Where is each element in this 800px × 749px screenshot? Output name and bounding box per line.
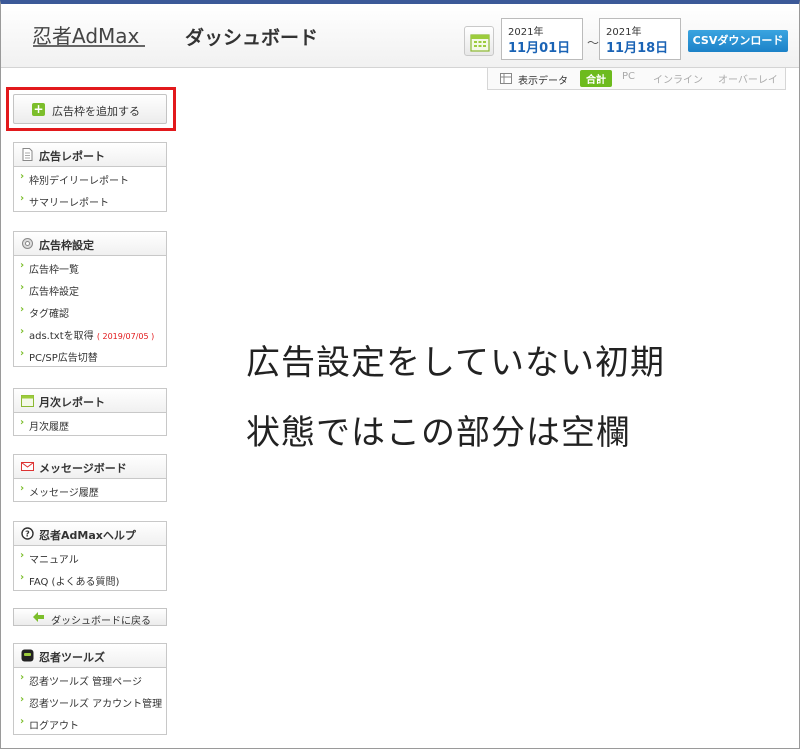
sidebar-item-label: FAQ (よくある質問) (29, 577, 120, 588)
tab-total[interactable]: 合計 (580, 70, 612, 87)
logo-underline (33, 45, 145, 47)
sidebar-item-label: 広告枠設定 (29, 287, 79, 298)
chevron-right-icon: › (20, 282, 25, 293)
document-icon (22, 148, 33, 161)
tab-inline[interactable]: インライン (653, 71, 703, 86)
sidebar-item-monthly-history[interactable]: › 月次履歴 (14, 413, 166, 435)
ads-txt-date: ( 2019/07/05 ) (96, 332, 155, 341)
chevron-right-icon: › (20, 304, 25, 315)
sidebar-item-label: PC/SP広告切替 (29, 353, 98, 364)
sidebar-item-label: サマリーレポート (29, 198, 109, 209)
ninja-tools-section: 忍者ツールズ › 忍者ツールズ 管理ページ › 忍者ツールズ アカウント管理 › ログ… (13, 643, 167, 735)
date-range-separator: ～ (587, 36, 600, 50)
chevron-right-icon: › (20, 260, 25, 271)
sidebar-item-manual[interactable]: › マニュアル (14, 546, 166, 568)
chevron-right-icon: › (20, 716, 25, 727)
start-date-field[interactable]: 2021年 11月01日 (501, 18, 583, 60)
help-section: ? 忍者AdMaxヘルプ › マニュアル › FAQ (よくある質問) (13, 521, 167, 591)
chevron-right-icon: › (20, 672, 25, 683)
ninja-tools-title: 忍者ツールズ (39, 651, 105, 664)
display-data-label: 表示データ (518, 76, 568, 87)
mail-icon (21, 462, 34, 471)
back-to-dashboard-button[interactable]: ダッシュボードに戻る (13, 608, 167, 627)
calendar-button[interactable] (464, 26, 494, 56)
chevron-right-icon: › (20, 326, 25, 337)
highlight-box (6, 87, 176, 131)
tab-pc[interactable]: PC (622, 71, 635, 82)
sidebar-item-label: ads.txtを取得 ( 2019/07/05 ) (29, 327, 154, 342)
annotation-line-1: 広告設定をしていない初期 (246, 343, 665, 383)
sidebar-item-label: メッセージ履歴 (29, 488, 99, 499)
ad-report-title: 広告レポート (39, 150, 105, 163)
chevron-right-icon: › (20, 694, 25, 705)
calendar-icon (470, 34, 490, 52)
chevron-right-icon: › (20, 417, 25, 428)
message-board-title: メッセージボード (39, 462, 127, 475)
monthly-report-header: 月次レポート (14, 389, 166, 413)
header: 忍者AdMax ダッシュボード 2021年 11月01日 ～ 2021年 11月… (1, 4, 799, 68)
sidebar-item-label: 広告枠一覧 (29, 265, 79, 276)
sidebar-item-label: 忍者ツールズ 管理ページ (29, 677, 142, 688)
sidebar-item-label: 枠別デイリーレポート (29, 176, 129, 187)
gear-icon (22, 238, 33, 249)
end-date-field[interactable]: 2021年 11月18日 (599, 18, 681, 60)
sidebar-item-label: マニュアル (29, 555, 79, 566)
ad-report-header: 広告レポート (14, 143, 166, 167)
ninja-tools-header: 忍者ツールズ (14, 644, 166, 668)
annotation-line-2: 状態ではこの部分は空欄 (246, 413, 631, 453)
sidebar-item-tag-check[interactable]: › タグ確認 (14, 300, 166, 322)
sidebar-item-ad-slot-list[interactable]: › 広告枠一覧 (14, 256, 166, 278)
sidebar-item-pc-sp-switch[interactable]: › PC/SP広告切替 (14, 344, 166, 366)
sidebar-item-tools-admin[interactable]: › 忍者ツールズ 管理ページ (14, 668, 166, 690)
question-icon: ? (21, 527, 34, 540)
ads-txt-label: ads.txtを取得 (29, 331, 94, 342)
csv-download-button[interactable]: CSVダウンロード (688, 30, 788, 52)
help-header: ? 忍者AdMaxヘルプ (14, 522, 166, 546)
end-date: 11月18日 (606, 41, 669, 56)
chevron-right-icon: › (20, 483, 25, 494)
calendar-icon (21, 395, 34, 407)
sidebar-item-label: 忍者ツールズ アカウント管理 (29, 699, 163, 710)
sidebar-item-summary-report[interactable]: › サマリーレポート (14, 189, 166, 211)
sidebar-item-message-history[interactable]: › メッセージ履歴 (14, 479, 166, 501)
chevron-right-icon: › (20, 171, 25, 182)
ad-settings-section: 広告枠設定 › 広告枠一覧 › 広告枠設定 › タグ確認 › ads.txtを取得 ( … (13, 231, 167, 367)
ad-settings-title: 広告枠設定 (39, 239, 94, 252)
back-arrow-icon (33, 612, 44, 622)
message-board-section: メッセージボード › メッセージ履歴 (13, 454, 167, 502)
help-title: 忍者AdMaxヘルプ (39, 529, 136, 542)
chevron-right-icon: › (20, 572, 25, 583)
back-to-dashboard-label: ダッシュボードに戻る (51, 616, 151, 627)
sidebar-item-label: タグ確認 (29, 309, 69, 320)
page-title: ダッシュボード (185, 27, 319, 49)
display-data-bar: 表示データ 合計 PC インライン オーバーレイ (487, 68, 786, 90)
sidebar-item-ads-txt[interactable]: › ads.txtを取得 ( 2019/07/05 ) (14, 322, 166, 344)
ninja-tools-icon (21, 649, 34, 662)
ad-report-section: 広告レポート › 枠別デイリーレポート › サマリーレポート (13, 142, 167, 212)
chevron-right-icon: › (20, 348, 25, 359)
svg-text:?: ? (25, 530, 30, 539)
chevron-right-icon: › (20, 193, 25, 204)
monthly-report-title: 月次レポート (39, 396, 105, 409)
sidebar-item-ad-slot-settings[interactable]: › 広告枠設定 (14, 278, 166, 300)
message-board-header: メッセージボード (14, 455, 166, 479)
sidebar-item-tools-account[interactable]: › 忍者ツールズ アカウント管理 (14, 690, 166, 712)
tab-overlay[interactable]: オーバーレイ (718, 71, 778, 86)
ad-settings-header: 広告枠設定 (14, 232, 166, 256)
sidebar-item-logout[interactable]: › ログアウト (14, 712, 166, 734)
sidebar-item-faq[interactable]: › FAQ (よくある質問) (14, 568, 166, 590)
start-date: 11月01日 (508, 41, 571, 56)
start-year: 2021年 (508, 27, 544, 38)
monthly-report-section: 月次レポート › 月次履歴 (13, 388, 167, 436)
table-icon (500, 73, 512, 84)
sidebar-item-daily-report[interactable]: › 枠別デイリーレポート (14, 167, 166, 189)
sidebar-item-label: 月次履歴 (29, 422, 69, 433)
end-year: 2021年 (606, 27, 642, 38)
sidebar-item-label: ログアウト (29, 721, 79, 732)
chevron-right-icon: › (20, 550, 25, 561)
